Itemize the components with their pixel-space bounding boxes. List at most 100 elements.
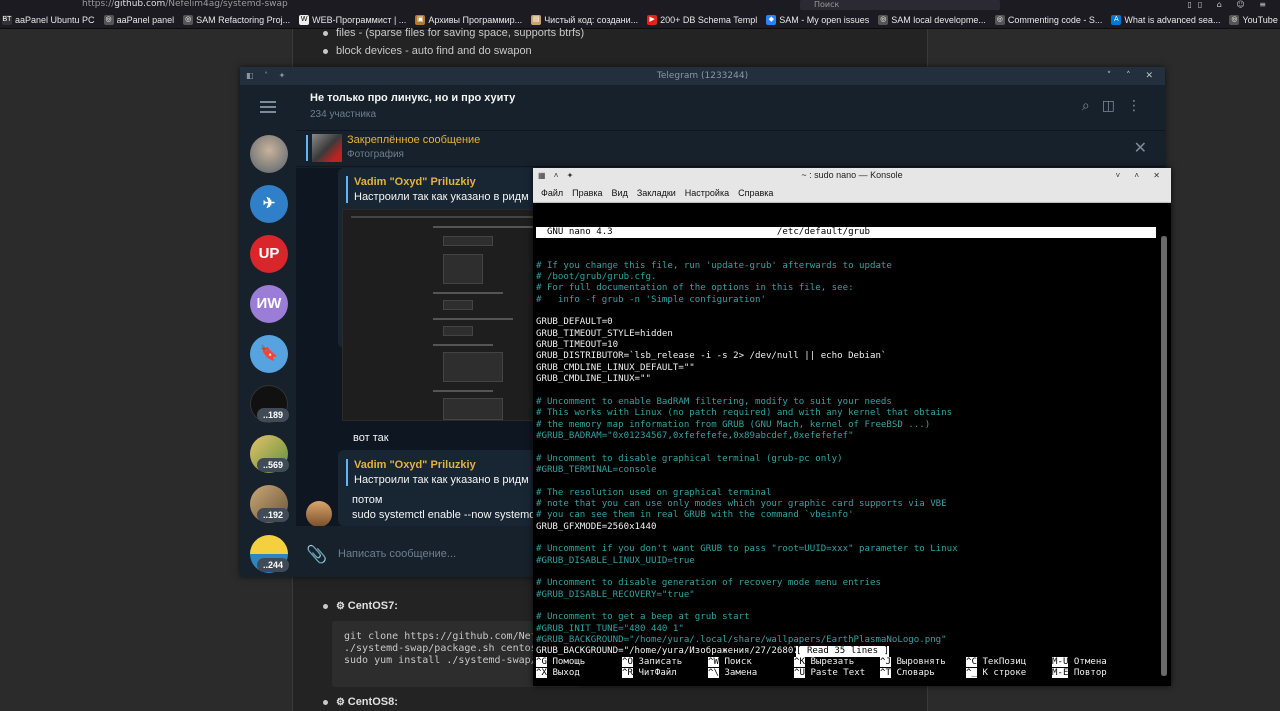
reply-author: Vadim "Oxyd" Priluzkiy (354, 176, 476, 188)
window-controls[interactable]: ˅ ˄ ✕ (1107, 67, 1159, 85)
shortcut-item: ^T Словарь (880, 668, 935, 679)
unread-badge: ..189 (257, 408, 289, 422)
chat-avatar[interactable]: UP (250, 235, 288, 273)
url-prefix: https:// (82, 0, 115, 9)
file-line: GRUB_CMDLINE_LINUX="" (536, 374, 651, 385)
unread-badge: ..244 (257, 558, 289, 572)
shortcut-key: ^K (794, 657, 805, 667)
file-line: # /boot/grub/grub.cfg. (536, 272, 657, 283)
file-line: GRUB_DEFAULT=0 (536, 317, 613, 328)
reply-quote[interactable]: Vadim "Oxyd" Priluzkiy Настроили так как… (346, 176, 529, 203)
shortcut-key: ^X (536, 668, 547, 678)
nano-editor[interactable]: GNU nano 4.3 /etc/default/grub # If you … (536, 204, 1156, 680)
bookmark-label: What is advanced sea... (1124, 14, 1221, 25)
shortcut-key: ^_ (966, 668, 977, 678)
toolbar-icons[interactable]: ▯▯ ⌂ ☺ ≡ (1187, 0, 1272, 9)
bookmark-label: SAM - My open issues (779, 14, 870, 25)
bookmark-item[interactable]: ▣ Архивы Программир... (415, 14, 522, 25)
globe-icon: ◎ (994, 14, 1005, 25)
message-text: потом (352, 494, 383, 506)
nano-header: GNU nano 4.3 /etc/default/grub (536, 226, 1156, 239)
file-line: #GRUB_TERMINAL=console (536, 464, 657, 475)
file-line (536, 476, 1156, 487)
search-icon[interactable]: ⌕ (1082, 98, 1102, 114)
window-menu-icon[interactable]: ◧ ˄ ✦ (246, 67, 289, 85)
saved-messages-avatar[interactable]: 🔖 (250, 335, 288, 373)
reply-text: Настроили так как указано в ридм (354, 191, 529, 203)
shortcut-key: ^J (880, 657, 891, 667)
image-icon: ▣ (415, 14, 426, 25)
pinned-message[interactable]: Закреплённое сообщение Фотография ✕ (296, 131, 1165, 167)
shortcut-key: ^T (880, 668, 891, 678)
menu-item[interactable]: Файл (541, 188, 563, 198)
bookmark-item[interactable]: A What is advanced sea... (1111, 14, 1221, 25)
screenshot-attachment[interactable] (342, 209, 552, 421)
konsole-titlebar: ▦ ˄ ✦ ~ : sudo nano — Konsole ˅ ˄ ✕ (533, 168, 1171, 183)
shortcut-label: ЧитФайл (638, 668, 677, 678)
bullet-text: block devices - auto find and do swapon (336, 45, 532, 57)
konsole-window: ▦ ˄ ✦ ~ : sudo nano — Konsole ˅ ˄ ✕ Файл… (533, 168, 1171, 686)
window-controls[interactable]: ˅ ˄ ✕ (1116, 168, 1167, 183)
bookmark-label: SAM Refactoring Proj... (196, 14, 291, 25)
file-content[interactable]: # If you change this file, run 'update-g… (536, 261, 1156, 658)
menu-item[interactable]: Справка (738, 188, 773, 198)
shortcut-item: ^J Выровнять (880, 657, 946, 668)
file-line: #GRUB_DISABLE_LINUX_UUID=true (536, 555, 695, 566)
search-field[interactable]: Поиск (800, 0, 1000, 10)
header-icons: ⌕◫⋮ (1082, 98, 1153, 114)
bookmark-item[interactable]: ▤ Чистый код: создани... (531, 14, 638, 25)
bookmarks-bar: BT aaPanel Ubuntu PC ◎ aaPanel panel ◎ SAM Re… (0, 11, 1280, 29)
menu-icon[interactable] (260, 101, 276, 113)
shortcut-label: Выход (552, 668, 580, 678)
url-field[interactable]: https://github.com/Nefelim4ag/systemd-sw… (82, 0, 288, 9)
bookmark-item[interactable]: ◆ SAM - My open issues (766, 14, 870, 25)
file-line: # note that you can use only modes which… (536, 498, 947, 509)
sidebar-toggle-icon[interactable]: ◫ (1102, 98, 1127, 114)
bookmark-label: aaPanel panel (116, 14, 175, 25)
bookmark-item[interactable]: ◎ SAM Refactoring Proj... (183, 14, 291, 25)
message-input[interactable]: Написать сообщение... (338, 548, 456, 560)
file-line (536, 601, 1156, 612)
message-text: sudo systemctl enable --now systemd (352, 509, 536, 521)
attach-icon[interactable]: 📎 (306, 545, 327, 565)
reply-quote[interactable]: Vadim "Oxyd" Priluzkiy Настроили так как… (346, 459, 529, 486)
bookmark-item[interactable]: ◎YouTube to Mp3 Conv... (1229, 14, 1280, 25)
url-host: github.com (114, 0, 166, 9)
menu-item[interactable]: Правка (572, 188, 602, 198)
shortcut-label: Помощь (552, 657, 586, 667)
message-text: вот так (353, 432, 389, 444)
file-line (536, 533, 1156, 544)
unread-badge: ..569 (257, 458, 289, 472)
close-icon[interactable]: ✕ (1134, 138, 1147, 157)
bookmark-label: WEB-Программист | ... (312, 14, 407, 25)
menu-item[interactable]: Закладки (637, 188, 676, 198)
file-line: GRUB_TIMEOUT_STYLE=hidden (536, 328, 673, 339)
bookmark-item[interactable]: ◎ Commenting code - S... (994, 14, 1102, 25)
konsole-menubar: Файл Правка Вид Закладки Настройка Справка (533, 183, 1171, 203)
gear-icon: ⚙ (336, 697, 348, 708)
file-line: # Uncomment if you don't want GRUB to pa… (536, 544, 958, 555)
chat-avatar[interactable]: ✈ (250, 185, 288, 223)
file-line: #GRUB_BACKGROUND="/home/yura/.local/shar… (536, 635, 947, 646)
bookmark-item[interactable]: W WEB-Программист | ... (299, 14, 407, 25)
shortcut-item: ^K Вырезать (794, 657, 854, 668)
more-icon[interactable]: ⋮ (1127, 98, 1153, 114)
menu-item[interactable]: Настройка (685, 188, 729, 198)
chat-avatar[interactable]: ИW (250, 285, 288, 323)
bookmark-item[interactable]: ▶ 200+ DB Schema Templ (647, 14, 757, 25)
chat-avatar[interactable] (250, 135, 288, 173)
window-menu-icon[interactable]: ▦ ˄ ✦ (538, 168, 576, 183)
bookmark-item[interactable]: BT aaPanel Ubuntu PC (2, 14, 95, 25)
chat-header[interactable]: Не только про линукс, но и про хуиту 234… (296, 85, 1165, 131)
scrollbar[interactable] (1161, 236, 1167, 676)
pinned-subtitle: Фотография (347, 149, 404, 160)
nano-status: [ Read 35 lines ] (796, 646, 890, 658)
sender-avatar[interactable] (306, 501, 332, 526)
shortcut-label: Вырезать (810, 657, 855, 667)
centos8-heading: ⚙ CentOS8: (323, 696, 398, 708)
bookmark-label: YouTube to Mp3 Conv... (1242, 14, 1280, 25)
bullet-dot (323, 48, 328, 54)
bookmark-item[interactable]: ◎ SAM local developme... (878, 14, 986, 25)
menu-item[interactable]: Вид (612, 188, 628, 198)
bookmark-item[interactable]: ◎ aaPanel panel (103, 14, 175, 25)
